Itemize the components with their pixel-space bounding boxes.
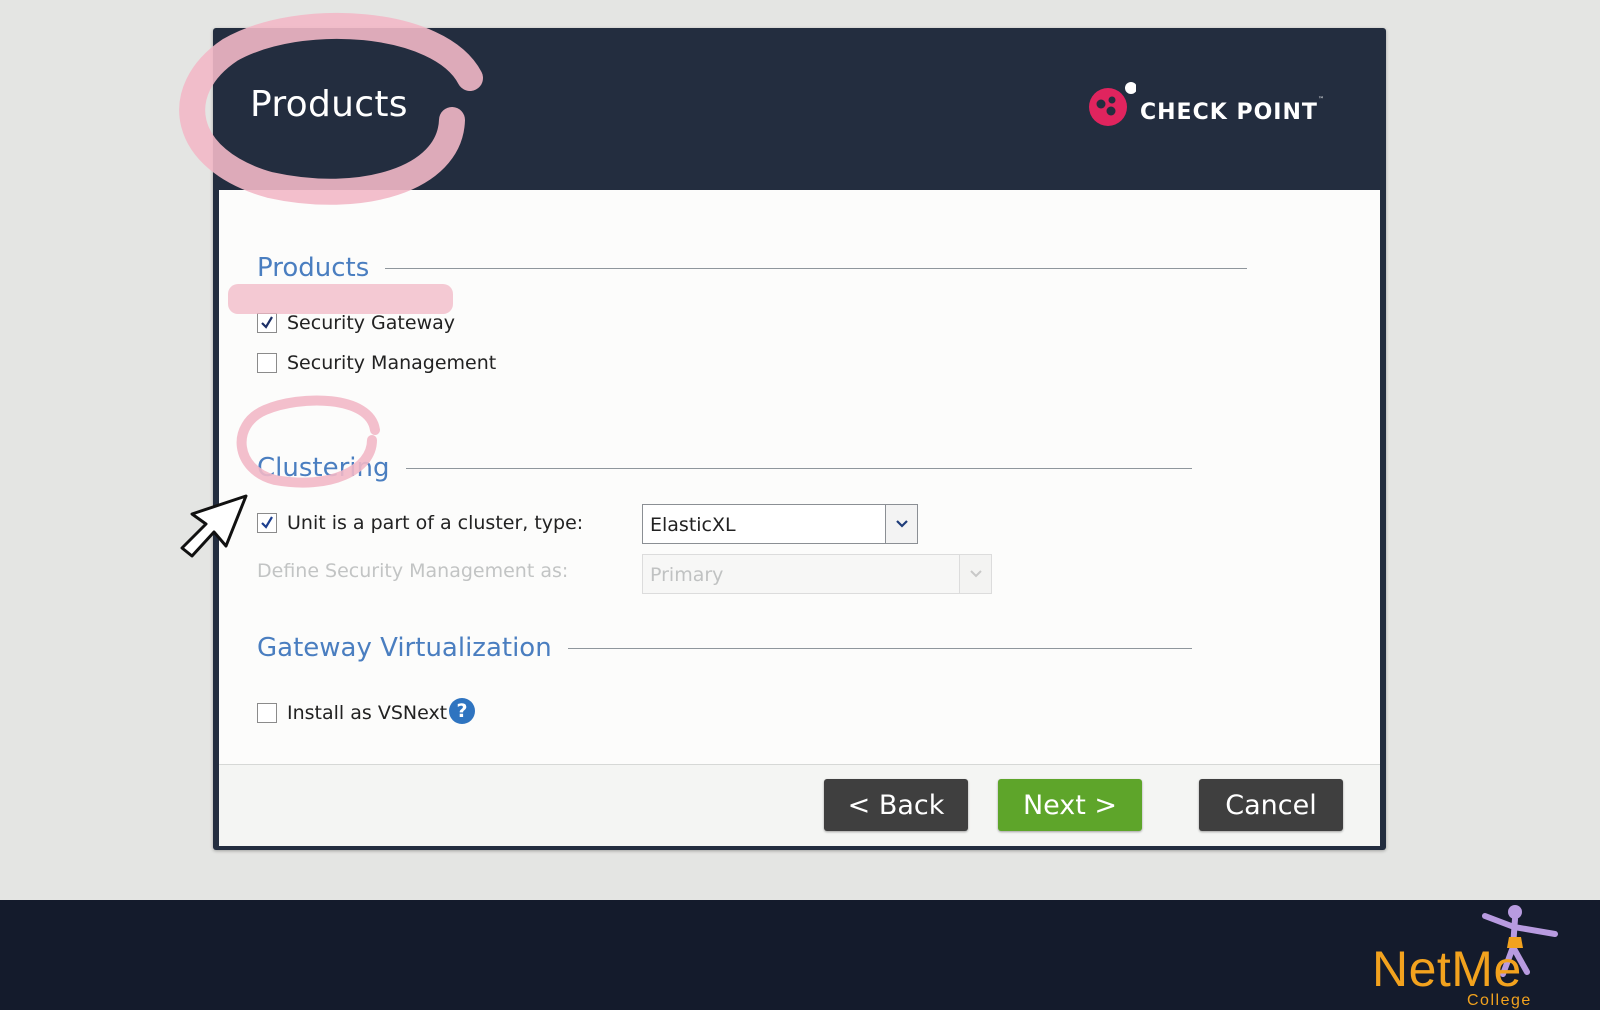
cancel-button[interactable]: Cancel [1199,779,1343,831]
page-title: Products [250,84,408,125]
define-mgmt-label: Define Security Management as: [257,560,569,582]
question-mark-icon[interactable]: ? [449,698,475,724]
dialog-footer: < Back Next > Cancel [219,764,1380,846]
cluster-option[interactable]: Unit is a part of a cluster, type: [257,512,583,534]
vsnext-checkbox[interactable] [257,703,277,723]
define-mgmt-row: Define Security Management as: [257,560,568,582]
security-gateway-option[interactable]: Security Gateway [257,312,455,334]
brand-name: CHECK POINT [1140,100,1318,125]
cluster-type-value: ElasticXL [650,514,736,536]
security-gateway-checkbox[interactable] [257,313,277,333]
section-divider [405,467,1192,469]
pointer-cursor-icon [180,494,248,558]
section-title-virtualization: Gateway Virtualization [257,633,552,663]
section-products: Products [257,248,1247,288]
section-title-clustering: Clustering [257,453,390,483]
vsnext-option[interactable]: Install as VSNext [257,702,447,724]
cluster-type-select[interactable]: ElasticXL [642,504,918,544]
dialog-content: Products Security Gateway Security Manag… [219,190,1380,764]
security-management-option[interactable]: Security Management [257,352,496,374]
section-clustering: Clustering [257,448,1192,488]
check-point-logo-icon [1089,82,1136,126]
section-divider [385,267,1247,269]
security-management-checkbox[interactable] [257,353,277,373]
dialog-header: Products CHECK POINT ™ [213,28,1386,190]
installer-dialog: Products CHECK POINT ™ Products Security… [213,28,1386,850]
cluster-checkbox[interactable] [257,513,277,533]
define-mgmt-select: Primary [642,554,992,594]
section-gateway-virtualization: Gateway Virtualization [257,628,1192,668]
section-title-products: Products [257,253,370,283]
chevron-down-icon[interactable] [885,505,917,543]
next-button[interactable]: Next > [998,779,1142,831]
chevron-down-icon [959,555,991,593]
security-management-label: Security Management [287,352,497,374]
video-bottom-band [0,900,1600,1010]
cluster-label: Unit is a part of a cluster, type: [287,512,584,534]
vsnext-label: Install as VSNext [287,702,448,724]
netme-sub: College [1467,992,1532,1009]
netme-name: NetMe [1372,941,1522,997]
brand-trademark: ™ [1318,96,1324,103]
back-button[interactable]: < Back [824,779,968,831]
security-gateway-label: Security Gateway [287,312,455,334]
define-mgmt-value: Primary [650,564,724,586]
check-point-brand: CHECK POINT ™ [1088,80,1348,140]
section-divider [567,647,1192,649]
